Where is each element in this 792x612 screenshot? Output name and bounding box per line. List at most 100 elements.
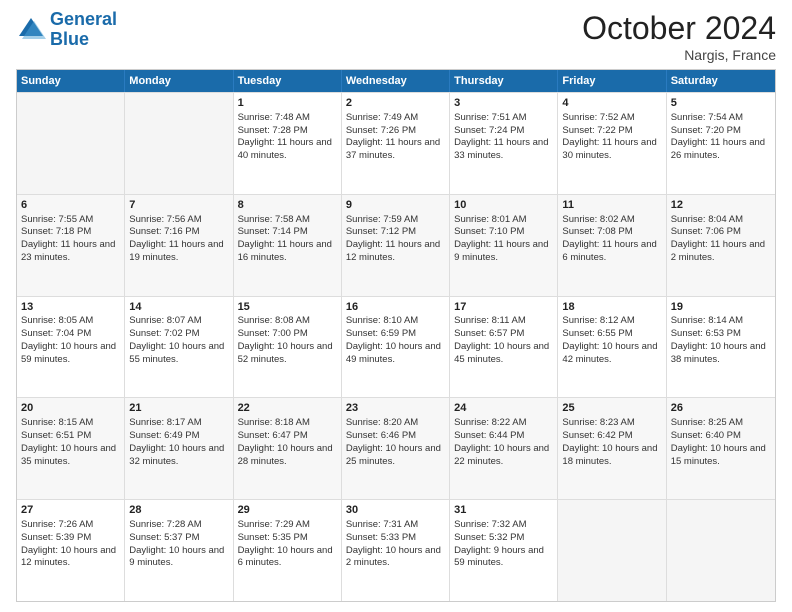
calendar-cell	[125, 93, 233, 194]
calendar-cell: 28Sunrise: 7:28 AMSunset: 5:37 PMDayligh…	[125, 500, 233, 601]
header: General Blue October 2024 Nargis, France	[16, 10, 776, 63]
calendar-row-3: 13Sunrise: 8:05 AMSunset: 7:04 PMDayligh…	[17, 296, 775, 398]
daylight-text: Daylight: 10 hours and 45 minutes.	[454, 341, 549, 365]
calendar-cell: 7Sunrise: 7:56 AMSunset: 7:16 PMDaylight…	[125, 195, 233, 296]
day-number: 14	[129, 300, 228, 315]
location: Nargis, France	[582, 47, 776, 63]
sunset-text: Sunset: 6:53 PM	[671, 328, 741, 339]
logo-text: General Blue	[50, 10, 117, 50]
calendar-cell: 23Sunrise: 8:20 AMSunset: 6:46 PMDayligh…	[342, 398, 450, 499]
daylight-text: Daylight: 10 hours and 38 minutes.	[671, 341, 766, 365]
calendar-cell: 18Sunrise: 8:12 AMSunset: 6:55 PMDayligh…	[558, 297, 666, 398]
title-block: October 2024 Nargis, France	[582, 10, 776, 63]
sunset-text: Sunset: 5:33 PM	[346, 532, 416, 543]
calendar-cell: 8Sunrise: 7:58 AMSunset: 7:14 PMDaylight…	[234, 195, 342, 296]
sunrise-text: Sunrise: 8:25 AM	[671, 417, 743, 428]
month-title: October 2024	[582, 10, 776, 47]
calendar-row-2: 6Sunrise: 7:55 AMSunset: 7:18 PMDaylight…	[17, 194, 775, 296]
sunrise-text: Sunrise: 7:56 AM	[129, 214, 201, 225]
day-number: 12	[671, 198, 771, 213]
daylight-text: Daylight: 10 hours and 15 minutes.	[671, 443, 766, 467]
calendar-cell: 15Sunrise: 8:08 AMSunset: 7:00 PMDayligh…	[234, 297, 342, 398]
daylight-text: Daylight: 10 hours and 28 minutes.	[238, 443, 333, 467]
sunrise-text: Sunrise: 8:23 AM	[562, 417, 634, 428]
calendar-cell: 27Sunrise: 7:26 AMSunset: 5:39 PMDayligh…	[17, 500, 125, 601]
daylight-text: Daylight: 10 hours and 9 minutes.	[129, 545, 224, 569]
sunrise-text: Sunrise: 7:48 AM	[238, 112, 310, 123]
sunset-text: Sunset: 5:37 PM	[129, 532, 199, 543]
calendar-cell: 13Sunrise: 8:05 AMSunset: 7:04 PMDayligh…	[17, 297, 125, 398]
day-number: 17	[454, 300, 553, 315]
calendar-cell: 10Sunrise: 8:01 AMSunset: 7:10 PMDayligh…	[450, 195, 558, 296]
sunset-text: Sunset: 6:42 PM	[562, 430, 632, 441]
page: General Blue October 2024 Nargis, France…	[0, 0, 792, 612]
daylight-text: Daylight: 11 hours and 2 minutes.	[671, 239, 765, 263]
sunset-text: Sunset: 6:47 PM	[238, 430, 308, 441]
calendar-cell: 2Sunrise: 7:49 AMSunset: 7:26 PMDaylight…	[342, 93, 450, 194]
sunset-text: Sunset: 6:46 PM	[346, 430, 416, 441]
calendar-cell: 16Sunrise: 8:10 AMSunset: 6:59 PMDayligh…	[342, 297, 450, 398]
sunset-text: Sunset: 6:40 PM	[671, 430, 741, 441]
logo-line2: Blue	[50, 30, 117, 50]
sunrise-text: Sunrise: 8:08 AM	[238, 315, 310, 326]
sunrise-text: Sunrise: 8:14 AM	[671, 315, 743, 326]
logo-line1: General	[50, 10, 117, 30]
sunrise-text: Sunrise: 8:12 AM	[562, 315, 634, 326]
day-number: 13	[21, 300, 120, 315]
sunrise-text: Sunrise: 7:49 AM	[346, 112, 418, 123]
sunset-text: Sunset: 7:20 PM	[671, 125, 741, 136]
day-number: 11	[562, 198, 661, 213]
day-number: 4	[562, 96, 661, 111]
sunrise-text: Sunrise: 8:17 AM	[129, 417, 201, 428]
header-day-thursday: Thursday	[450, 70, 558, 92]
calendar-header: SundayMondayTuesdayWednesdayThursdayFrid…	[17, 70, 775, 92]
calendar-cell: 29Sunrise: 7:29 AM Sunset: 5:35 PM Dayligh…	[234, 500, 342, 601]
day-number: 6	[21, 198, 120, 213]
sunrise-text: Sunrise: 8:20 AM	[346, 417, 418, 428]
sunrise-text: Sunrise: 8:15 AM	[21, 417, 93, 428]
header-day-wednesday: Wednesday	[342, 70, 450, 92]
calendar-cell: 22Sunrise: 8:18 AM Sunset: 6:47 PM Dayligh…	[234, 398, 342, 499]
calendar-cell: 6Sunrise: 7:55 AMSunset: 7:18 PMDaylight…	[17, 195, 125, 296]
daylight-text: Daylight: 11 hours and 12 minutes.	[346, 239, 440, 263]
day-number: 23	[346, 401, 445, 416]
day-number: 16	[346, 300, 445, 315]
day-number: 25	[562, 401, 661, 416]
sunrise-text: Sunrise: 7:29 AM	[238, 519, 310, 530]
sunrise-text: Sunrise: 8:10 AM	[346, 315, 418, 326]
daylight-text: Daylight: 10 hours and 42 minutes.	[562, 341, 657, 365]
calendar-cell	[558, 500, 666, 601]
sunrise-text: Sunrise: 7:58 AM	[238, 214, 310, 225]
sunrise-text: Sunrise: 8:18 AM	[238, 417, 310, 428]
sunset-text: Sunset: 7:08 PM	[562, 226, 632, 237]
day-number: 26	[671, 401, 771, 416]
calendar: SundayMondayTuesdayWednesdayThursdayFrid…	[16, 69, 776, 602]
daylight-text: Daylight: 11 hours and 37 minutes.	[346, 137, 440, 161]
day-number: 29	[238, 503, 337, 518]
daylight-text: Daylight: 10 hours and 59 minutes.	[21, 341, 116, 365]
day-number: 20	[21, 401, 120, 416]
sunrise-text: Sunrise: 8:11 AM	[454, 315, 526, 326]
daylight-text: Daylight: 10 hours and 12 minutes.	[21, 545, 116, 569]
sunset-text: Sunset: 7:24 PM	[454, 125, 524, 136]
sunrise-text: Sunrise: 7:26 AM	[21, 519, 93, 530]
daylight-text: Daylight: 11 hours and 9 minutes.	[454, 239, 548, 263]
sunset-text: Sunset: 5:39 PM	[21, 532, 91, 543]
calendar-body: 1Sunrise: 7:48 AMSunset: 7:28 PMDaylight…	[17, 92, 775, 601]
day-number: 18	[562, 300, 661, 315]
calendar-cell: 3Sunrise: 7:51 AMSunset: 7:24 PMDaylight…	[450, 93, 558, 194]
sunset-text: Sunset: 5:35 PM	[238, 532, 308, 543]
calendar-row-4: 20Sunrise: 8:15 AMSunset: 6:51 PMDayligh…	[17, 397, 775, 499]
sunset-text: Sunset: 7:26 PM	[346, 125, 416, 136]
daylight-text: Daylight: 10 hours and 18 minutes.	[562, 443, 657, 467]
sunrise-text: Sunrise: 7:28 AM	[129, 519, 201, 530]
daylight-text: Daylight: 10 hours and 32 minutes.	[129, 443, 224, 467]
sunset-text: Sunset: 6:44 PM	[454, 430, 524, 441]
sunrise-text: Sunrise: 8:05 AM	[21, 315, 93, 326]
daylight-text: Daylight: 11 hours and 16 minutes.	[238, 239, 332, 263]
day-number: 22	[238, 401, 337, 416]
calendar-cell: 4Sunrise: 7:52 AMSunset: 7:22 PMDaylight…	[558, 93, 666, 194]
daylight-text: Daylight: 10 hours and 49 minutes.	[346, 341, 441, 365]
calendar-cell: 14Sunrise: 8:07 AMSunset: 7:02 PMDayligh…	[125, 297, 233, 398]
daylight-text: Daylight: 10 hours and 6 minutes.	[238, 545, 333, 569]
